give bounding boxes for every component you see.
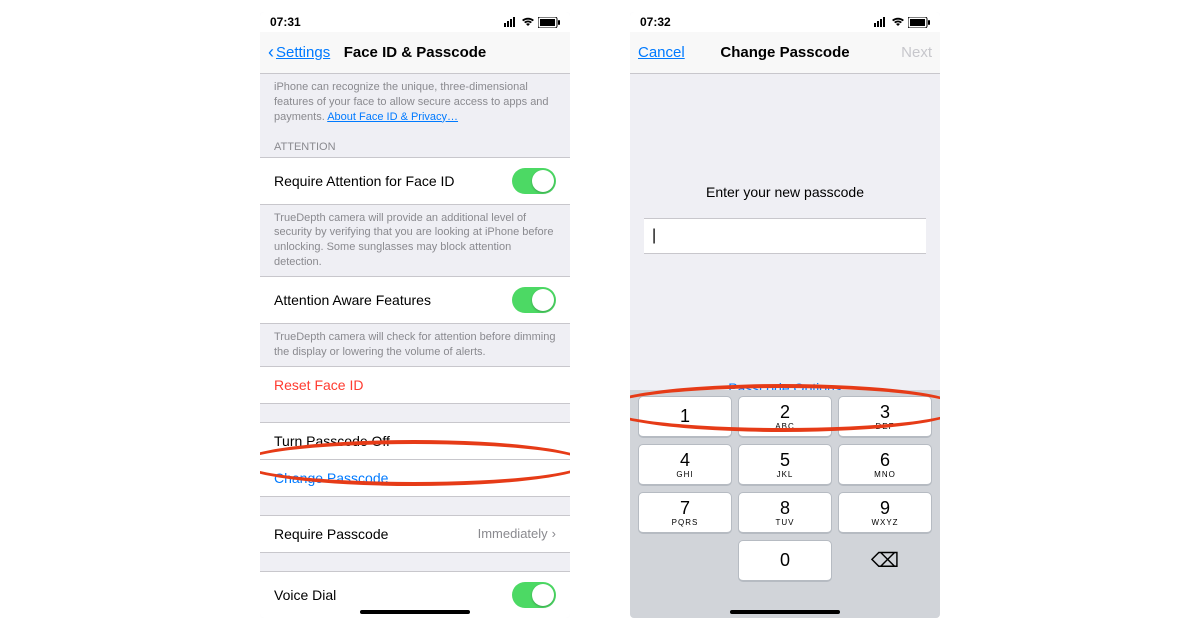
- change-passcode-button[interactable]: Change Passcode: [260, 460, 570, 497]
- key-1[interactable]: 1: [638, 396, 732, 438]
- about-faceid-link[interactable]: About Face ID & Privacy…: [327, 111, 458, 123]
- key-5[interactable]: 5JKL: [738, 444, 832, 486]
- key-8[interactable]: 8TUV: [738, 492, 832, 534]
- turn-passcode-off[interactable]: Turn Passcode Off: [260, 422, 570, 460]
- toggle-switch-on[interactable]: [512, 582, 556, 608]
- cell-label: Require Passcode: [274, 526, 388, 542]
- require-passcode-value: Immediately: [478, 526, 548, 541]
- attention-aware-cell[interactable]: Attention Aware Features: [260, 276, 570, 324]
- toggle-switch-on[interactable]: [512, 287, 556, 313]
- numeric-keypad: 1 2ABC 3DEF 4GHI 5JKL 6MNO 7PQRS 8TUV 9W…: [630, 390, 940, 618]
- phone-change-passcode: 07:32 Cancel Change Passcode Next Enter …: [630, 12, 940, 618]
- key-7[interactable]: 7PQRS: [638, 492, 732, 534]
- back-label: Settings: [276, 44, 330, 61]
- require-attention-desc: TrueDepth camera will provide an additio…: [260, 205, 570, 276]
- status-time: 07:31: [270, 15, 301, 29]
- wifi-icon: [891, 17, 905, 27]
- status-bar: 07:31: [260, 12, 570, 32]
- battery-icon: [538, 17, 560, 28]
- key-4[interactable]: 4GHI: [638, 444, 732, 486]
- toggle-switch-on[interactable]: [512, 168, 556, 194]
- require-attention-cell[interactable]: Require Attention for Face ID: [260, 157, 570, 205]
- status-icons: [504, 17, 560, 28]
- phone-settings: 07:31 ‹ Settings Face ID & Passcode iPho…: [260, 12, 570, 618]
- nav-title: Face ID & Passcode: [344, 44, 487, 61]
- require-passcode-cell[interactable]: Require Passcode Immediately ›: [260, 515, 570, 553]
- signal-icon: [874, 17, 888, 27]
- signal-icon: [504, 17, 518, 27]
- status-bar: 07:32: [630, 12, 940, 32]
- chevron-right-icon: ›: [552, 526, 556, 541]
- nav-title: Change Passcode: [720, 44, 849, 61]
- nav-bar: ‹ Settings Face ID & Passcode: [260, 32, 570, 74]
- nav-bar: Cancel Change Passcode Next: [630, 32, 940, 74]
- attention-aware-desc: TrueDepth camera will check for attentio…: [260, 324, 570, 366]
- key-6[interactable]: 6MNO: [838, 444, 932, 486]
- reset-faceid-button[interactable]: Reset Face ID: [260, 366, 570, 404]
- battery-icon: [908, 17, 930, 28]
- home-indicator[interactable]: [360, 610, 470, 614]
- cell-label: Voice Dial: [274, 587, 336, 603]
- home-indicator[interactable]: [730, 610, 840, 614]
- cancel-button[interactable]: Cancel: [638, 44, 685, 61]
- chevron-left-icon: ‹: [268, 42, 274, 63]
- status-icons: [874, 17, 930, 28]
- intro-description: iPhone can recognize the unique, three-d…: [260, 74, 570, 131]
- wifi-icon: [521, 17, 535, 27]
- key-9[interactable]: 9WXYZ: [838, 492, 932, 534]
- key-0[interactable]: 0: [738, 540, 832, 582]
- attention-header: Attention: [260, 131, 570, 157]
- back-button[interactable]: ‹ Settings: [268, 42, 330, 63]
- status-time: 07:32: [640, 15, 671, 29]
- cell-label: Attention Aware Features: [274, 292, 431, 308]
- key-3[interactable]: 3DEF: [838, 396, 932, 438]
- backspace-key[interactable]: ⌫: [838, 540, 932, 582]
- passcode-prompt: Enter your new passcode: [630, 74, 940, 200]
- passcode-input[interactable]: [644, 218, 926, 254]
- cell-label: Require Attention for Face ID: [274, 173, 455, 189]
- key-2[interactable]: 2ABC: [738, 396, 832, 438]
- next-button[interactable]: Next: [901, 44, 932, 61]
